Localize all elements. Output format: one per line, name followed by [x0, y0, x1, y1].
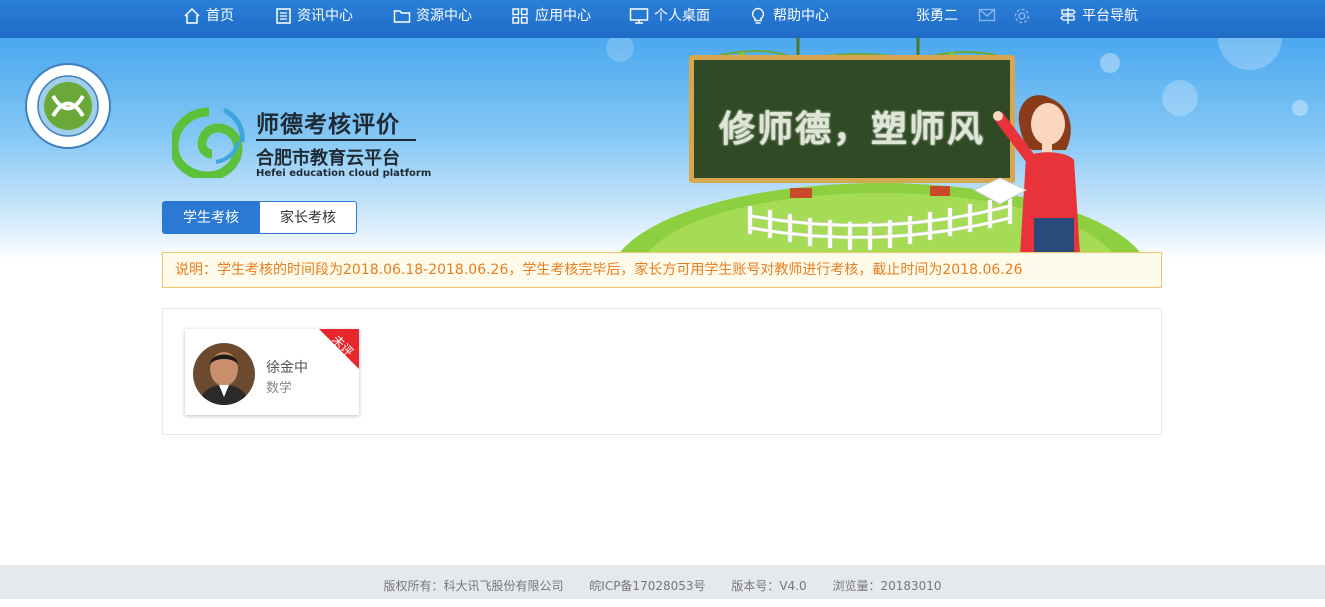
banner-slogan: 修师德，塑师风 [718, 109, 985, 150]
platform-english-name: Hefei education cloud platform [256, 168, 432, 179]
nav-item-label: 资源中心 [416, 8, 472, 24]
tab-parent-review[interactable]: 家长考核 [259, 201, 357, 234]
platform-title: 师德考核评价 [256, 112, 400, 138]
platform-swirl-logo [172, 107, 245, 178]
platform-nav-button[interactable]: 平台导航 [1059, 0, 1143, 32]
nav-item-news[interactable]: 资讯中心 [274, 0, 360, 32]
nav-item-resources[interactable]: 资源中心 [393, 0, 479, 32]
nav-item-apps[interactable]: 应用中心 [511, 0, 597, 32]
nav-item-label: 平台导航 [1082, 8, 1138, 24]
notice-banner: 说明：学生考核的时间段为2018.06.18-2018.06.26，学生考核完毕… [162, 252, 1162, 288]
teacher-card[interactable]: 徐金中 数学 未评 [185, 329, 359, 415]
signpost-icon [1060, 8, 1076, 24]
teacher-subject: 数学 [266, 381, 293, 396]
nav-item-label: 首页 [206, 8, 234, 24]
user-name: 张勇二 [916, 8, 958, 24]
home-icon [184, 7, 200, 24]
blackboard-surface: 修师德，塑师风 [694, 60, 1010, 178]
teacher-illustration [972, 95, 1080, 258]
footer-copyright: 版权所有：科大讯飞股份有限公司 [383, 579, 564, 593]
lightbulb-icon [751, 7, 765, 24]
teacher-name: 徐金中 [266, 360, 308, 376]
monitor-icon [629, 8, 649, 24]
nav-item-label: 帮助中心 [773, 8, 829, 24]
school-seal-logo [25, 63, 111, 149]
tab-student-review[interactable]: 学生考核 [162, 201, 260, 234]
footer-views: 浏览量：20183010 [832, 579, 942, 593]
mail-button[interactable] [978, 0, 996, 32]
footer-icp: 皖ICP备17028053号 [589, 579, 706, 593]
user-name-link[interactable]: 张勇二 [916, 0, 962, 32]
nav-item-label: 应用中心 [535, 8, 591, 24]
teacher-avatar [193, 343, 255, 405]
settings-button[interactable] [1013, 0, 1031, 32]
title-divider [256, 139, 416, 141]
footer: 版权所有：科大讯飞股份有限公司 皖ICP备17028053号 版本号：V4.0 … [0, 565, 1325, 599]
nav-item-label: 资讯中心 [297, 8, 353, 24]
mail-icon [978, 8, 996, 22]
nav-item-help[interactable]: 帮助中心 [750, 0, 836, 32]
apps-grid-icon [512, 8, 528, 24]
folder-icon [393, 10, 411, 23]
teacher-list-panel: 徐金中 数学 未评 [162, 308, 1162, 435]
nav-item-label: 个人桌面 [654, 8, 710, 24]
platform-subtitle: 合肥市教育云平台 [256, 148, 400, 169]
top-nav-bar: 首页 资讯中心 资源中心 应用中心 个人桌面 帮助中心 张勇二 平台导航 [0, 0, 1325, 38]
news-icon [276, 8, 291, 24]
gear-icon [1014, 8, 1030, 24]
nav-item-desktop[interactable]: 个人桌面 [629, 0, 715, 32]
blackboard: 修师德，塑师风 [689, 55, 1015, 183]
nav-item-home[interactable]: 首页 [183, 0, 243, 32]
footer-version: 版本号：V4.0 [731, 579, 807, 593]
